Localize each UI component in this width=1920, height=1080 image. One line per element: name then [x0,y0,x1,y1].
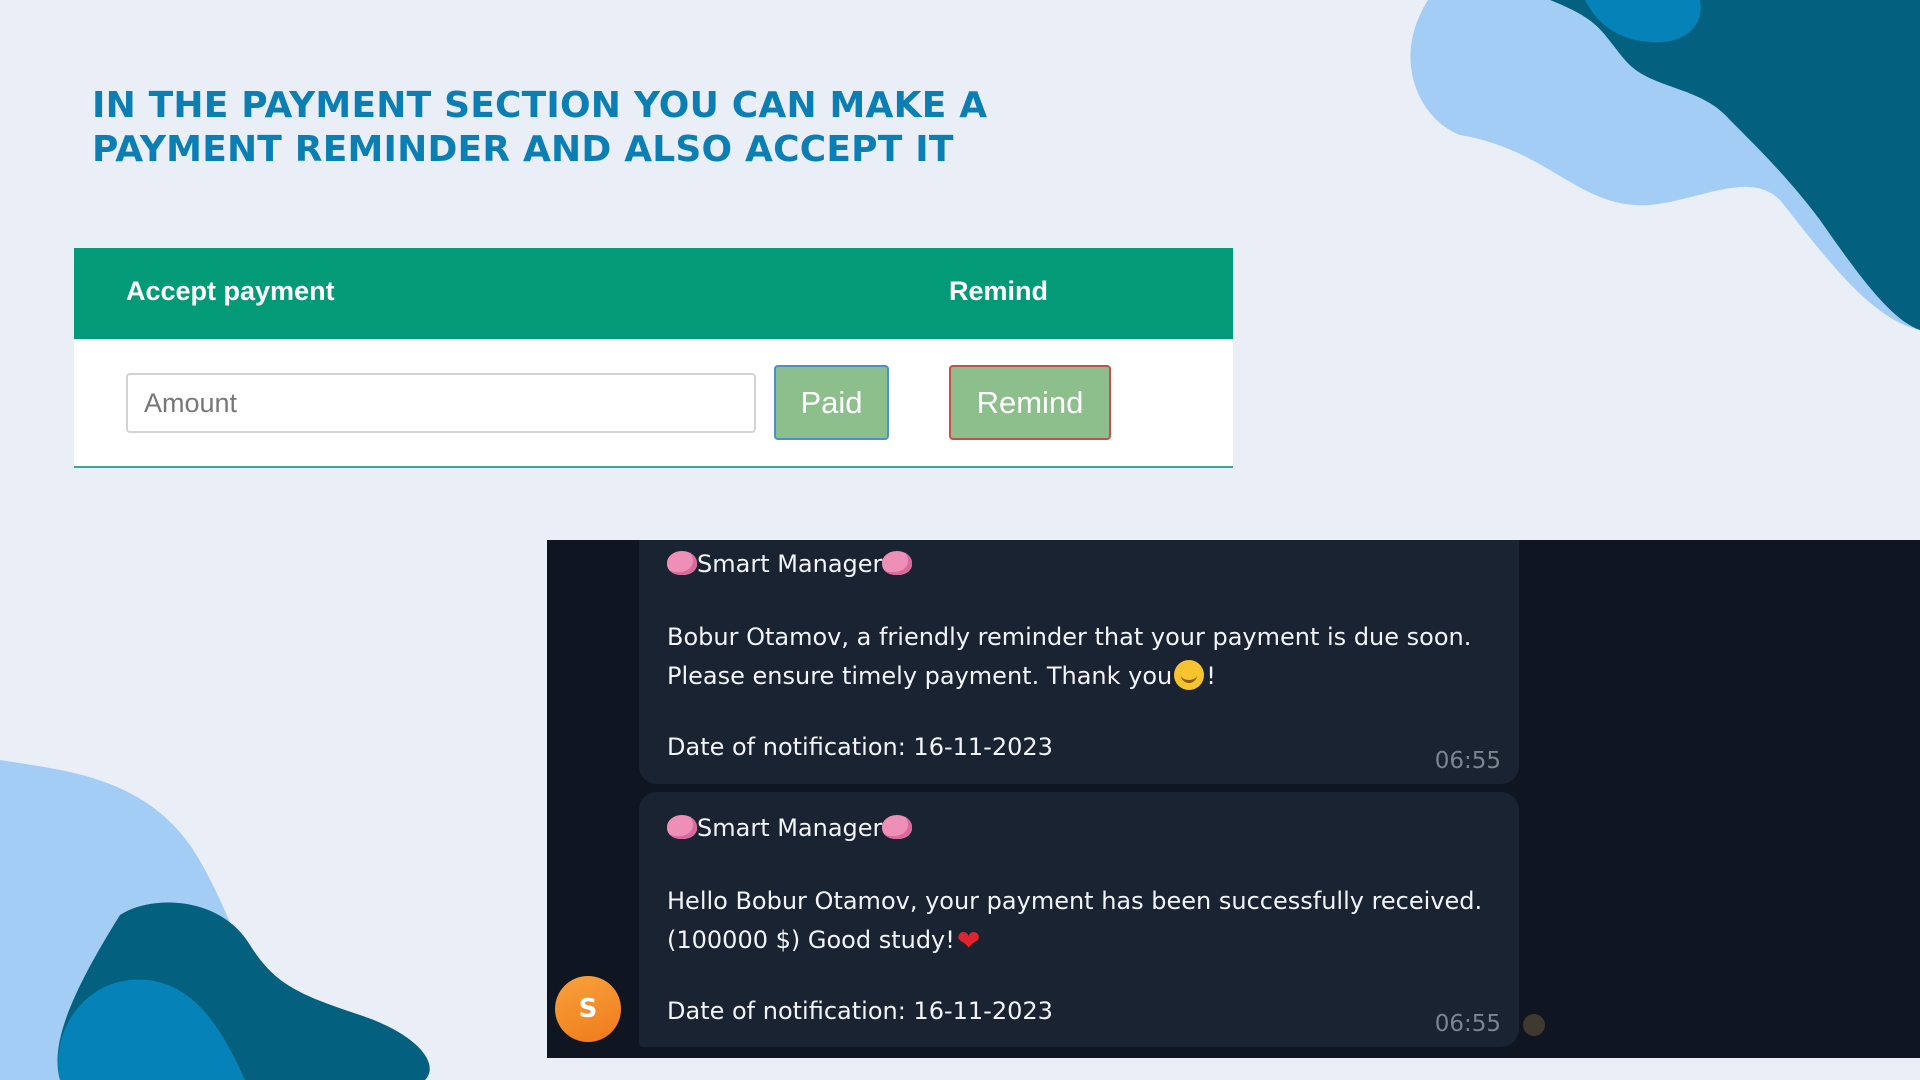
notification-date: Date of notification: 16-11-2023 [667,733,1053,761]
brain-icon [882,551,913,575]
brain-icon [667,815,697,839]
message-bubble-reminder[interactable]: Smart Manager Bobur Otamov, a friendly r… [639,540,1519,784]
remind-button[interactable]: Remind [949,365,1111,440]
message-text-line: Bobur Otamov, a friendly reminder that y… [667,623,1472,651]
message-bubble-payment-received[interactable]: Smart Manager Hello Bobur Otamov, your p… [639,792,1519,1047]
message-text-line: (100000 $) Good study!❤ [667,924,980,957]
amount-input[interactable] [126,373,756,433]
reaction-icon[interactable] [1523,1014,1545,1036]
notification-date: Date of notification: 16-11-2023 [667,997,1053,1025]
message-text: Please ensure timely payment. Thank you [667,662,1173,690]
remind-column-header: Remind [949,276,1049,306]
brain-icon [667,551,697,575]
message-time: 06:55 [1434,1011,1501,1037]
message-sender: Smart Manager [667,550,913,578]
smiling-face-icon [1174,660,1205,690]
top-right-blob-decoration [1410,0,1920,330]
paid-button[interactable]: Paid [774,365,889,440]
message-time: 06:55 [1434,748,1501,774]
message-text: (100000 $) Good study! [667,926,955,954]
brain-icon [882,815,913,839]
sender-name: Smart Manager [697,550,883,578]
message-text-line: Please ensure timely payment. Thank you! [667,660,1216,690]
chat-panel: Smart Manager Bobur Otamov, a friendly r… [547,540,1920,1058]
heading-line-1: IN THE PAYMENT SECTION YOU CAN MAKE A [92,85,988,126]
accept-payment-column-header: Accept payment [126,276,335,306]
sender-name: Smart Manager [697,814,883,842]
payment-table-header: Accept payment Remind [74,248,1233,339]
message-text-suffix: ! [1206,662,1216,690]
bottom-left-blob-decoration [0,760,430,1080]
red-heart-icon: ❤ [956,924,981,957]
message-sender: Smart Manager [667,814,913,842]
payment-table: Accept payment Remind Paid Remind [74,248,1233,468]
message-text-line: Hello Bobur Otamov, your payment has bee… [667,887,1483,915]
avatar[interactable]: S [555,976,621,1042]
page-heading: IN THE PAYMENT SECTION YOU CAN MAKE A PA… [92,84,992,172]
heading-line-2: PAYMENT REMINDER AND ALSO ACCEPT IT [92,129,954,170]
